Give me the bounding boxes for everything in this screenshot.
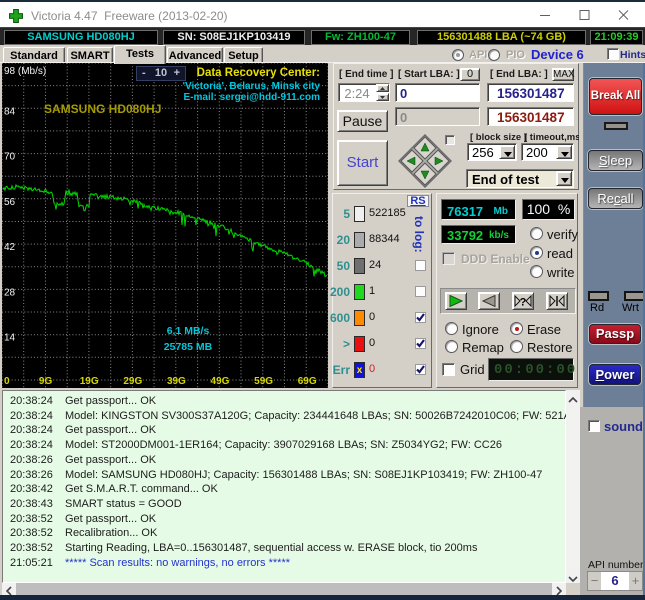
svg-text:14: 14 [4, 333, 16, 344]
svg-text:56: 56 [4, 197, 16, 208]
svg-text:69G: 69G [298, 376, 317, 387]
svg-text:98 (Mb/s): 98 (Mb/s) [4, 66, 46, 77]
svg-text:39G: 39G [167, 376, 186, 387]
svg-text:0: 0 [4, 376, 10, 387]
svg-text:84: 84 [4, 106, 16, 117]
svg-text:59G: 59G [254, 376, 273, 387]
svg-text:70: 70 [4, 152, 16, 163]
svg-text:42: 42 [4, 242, 16, 253]
svg-text:19G: 19G [80, 376, 99, 387]
svg-text:29G: 29G [123, 376, 142, 387]
svg-text:?: ? [520, 297, 527, 308]
svg-text:9G: 9G [39, 376, 53, 387]
svg-text:28: 28 [4, 287, 16, 298]
svg-text:49G: 49G [211, 376, 230, 387]
